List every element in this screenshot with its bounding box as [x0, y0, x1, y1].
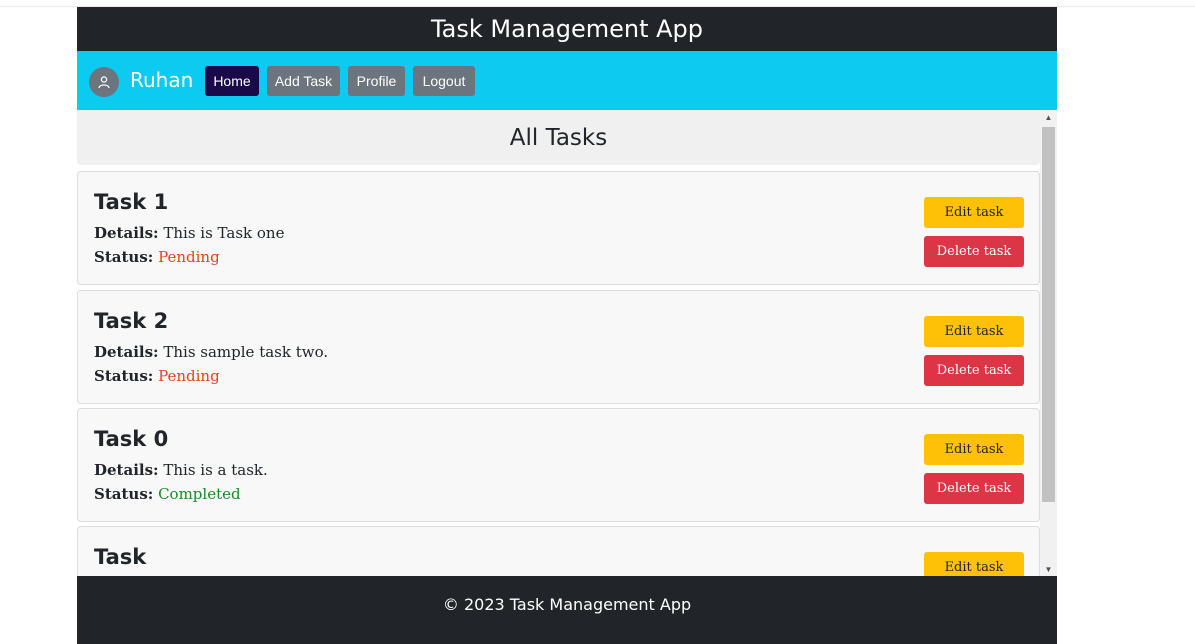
task-details-text: This is Task one [163, 224, 285, 242]
task-status-value: Completed [158, 485, 241, 503]
scroll-down-arrow-icon[interactable]: ▼ [1040, 562, 1057, 576]
page-title: All Tasks [509, 124, 608, 151]
task-card: Task 1 Details: This is Task one Status:… [77, 171, 1040, 285]
delete-task-button[interactable]: Delete task [924, 236, 1024, 267]
task-title: Task [94, 545, 147, 569]
nav-home-button[interactable]: Home [205, 66, 259, 96]
details-label: Details: [94, 224, 159, 242]
footer: © 2023 Task Management App [77, 576, 1057, 644]
status-label: Status: [94, 367, 154, 385]
nav-profile-button[interactable]: Profile [348, 66, 405, 96]
details-label: Details: [94, 461, 159, 479]
task-status-value: Pending [158, 248, 220, 266]
task-card: Task 0 Details: This is a task. Status: … [77, 408, 1040, 522]
task-title: Task 0 [94, 427, 169, 451]
app-title-bar: Task Management App [77, 7, 1057, 51]
scrollbar[interactable]: ▲ ▼ [1040, 110, 1057, 576]
edit-task-button[interactable]: Edit task [924, 434, 1024, 465]
scroll-up-arrow-icon[interactable]: ▲ [1040, 110, 1057, 124]
status-label: Status: [94, 485, 154, 503]
task-card: Task Edit task [77, 526, 1040, 576]
person-icon [98, 76, 110, 89]
task-details-text: This is a task. [163, 461, 268, 479]
app-title: Task Management App [430, 15, 704, 43]
task-details: Details: This is a task. [94, 461, 268, 479]
task-status: Status: Pending [94, 367, 220, 385]
username: Ruhan [130, 68, 194, 92]
task-title: Task 2 [94, 309, 169, 333]
task-details-text: This sample task two. [163, 343, 329, 361]
nav-add-task-button[interactable]: Add Task [267, 66, 340, 96]
edit-task-button[interactable]: Edit task [924, 197, 1024, 228]
task-status: Status: Completed [94, 485, 241, 503]
task-details: Details: This sample task two. [94, 343, 328, 361]
status-label: Status: [94, 248, 154, 266]
delete-task-button[interactable]: Delete task [924, 473, 1024, 504]
edit-task-button[interactable]: Edit task [924, 552, 1024, 576]
task-details: Details: This is Task one [94, 224, 284, 242]
task-title: Task 1 [94, 190, 169, 214]
task-status: Status: Pending [94, 248, 220, 266]
nav-logout-button[interactable]: Logout [413, 66, 475, 96]
task-status-value: Pending [158, 367, 220, 385]
edit-task-button[interactable]: Edit task [924, 316, 1024, 347]
details-label: Details: [94, 343, 159, 361]
footer-text: © 2023 Task Management App [442, 595, 692, 614]
app-container: Task Management App Ruhan Home Add Task … [77, 7, 1057, 644]
user-avatar-icon[interactable] [89, 67, 119, 97]
navbar: Ruhan Home Add Task Profile Logout [77, 51, 1057, 110]
task-list-area[interactable]: All Tasks Task 1 Details: This is Task o… [77, 110, 1057, 576]
scrollbar-thumb[interactable] [1042, 127, 1055, 502]
task-card: Task 2 Details: This sample task two. St… [77, 290, 1040, 404]
page-header: All Tasks [77, 110, 1040, 165]
delete-task-button[interactable]: Delete task [924, 355, 1024, 386]
